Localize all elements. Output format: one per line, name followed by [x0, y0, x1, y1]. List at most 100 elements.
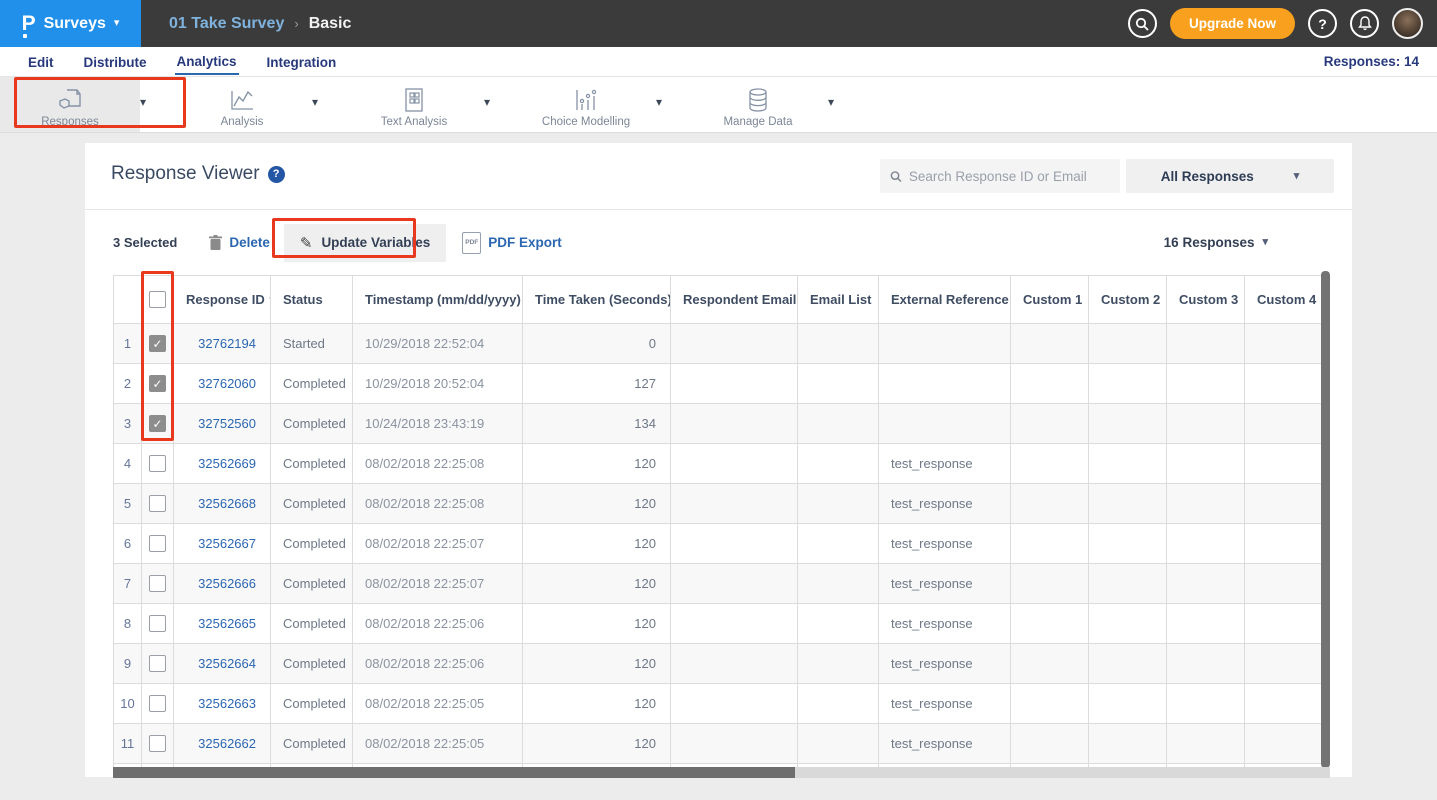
- header-response-id[interactable]: Response ID⇅: [174, 276, 271, 324]
- time-taken-cell: 120: [523, 444, 671, 484]
- chevron-down-icon[interactable]: ▾: [828, 95, 842, 115]
- email-list-cell: [798, 684, 879, 724]
- choice-modelling-icon: [572, 87, 600, 113]
- row-checkbox[interactable]: [149, 375, 166, 392]
- table-row: 532562668Completed08/02/2018 22:25:08120…: [114, 484, 1323, 524]
- timestamp-cell: 08/02/2018 22:25:05: [353, 684, 523, 724]
- row-checkbox[interactable]: [149, 655, 166, 672]
- toolbar-item-manage-data[interactable]: Manage Data ▾: [688, 77, 860, 132]
- title-help-icon[interactable]: ?: [268, 166, 285, 183]
- row-number: 4: [114, 444, 142, 484]
- response-id-cell: 32562668: [174, 484, 271, 524]
- nav-item-distribute[interactable]: Distribute: [82, 50, 149, 74]
- time-taken-cell: 120: [523, 484, 671, 524]
- status-cell: Completed: [271, 684, 353, 724]
- toolbar-item-choice-modelling[interactable]: Choice Modelling ▾: [516, 77, 688, 132]
- upgrade-now-button[interactable]: Upgrade Now: [1170, 8, 1295, 39]
- time-taken-cell: 134: [523, 404, 671, 444]
- row-checkbox[interactable]: [149, 335, 166, 352]
- time-taken-cell: 120: [523, 524, 671, 564]
- row-number: 8: [114, 604, 142, 644]
- row-select-cell: [142, 404, 174, 444]
- update-variables-button[interactable]: ✎ Update Variables: [284, 224, 446, 262]
- custom-3-cell: [1167, 564, 1245, 604]
- respondent-email-cell: [671, 444, 798, 484]
- nav-item-integration[interactable]: Integration: [265, 50, 339, 74]
- pdf-export-button[interactable]: PDF PDF Export: [462, 232, 562, 254]
- search-input[interactable]: [909, 169, 1110, 184]
- delete-button[interactable]: Delete: [209, 235, 270, 251]
- row-select-cell: [142, 484, 174, 524]
- custom-2-cell: [1089, 444, 1167, 484]
- custom-1-cell: [1011, 484, 1089, 524]
- respondent-email-cell: [671, 644, 798, 684]
- pdf-export-label: PDF Export: [488, 235, 562, 250]
- custom-3-cell: [1167, 604, 1245, 644]
- row-checkbox[interactable]: [149, 415, 166, 432]
- response-id-link[interactable]: 32752560: [198, 416, 256, 431]
- email-list-cell: [798, 444, 879, 484]
- row-checkbox[interactable]: [149, 575, 166, 592]
- nav-item-analytics[interactable]: Analytics: [175, 49, 239, 75]
- header-custom-4: Custom 4: [1245, 276, 1323, 324]
- email-list-cell: [798, 364, 879, 404]
- row-checkbox[interactable]: [149, 695, 166, 712]
- custom-4-cell: [1245, 364, 1323, 404]
- help-button[interactable]: ?: [1308, 9, 1337, 38]
- row-checkbox[interactable]: [149, 535, 166, 552]
- chevron-down-icon[interactable]: ▾: [140, 95, 154, 115]
- response-id-link[interactable]: 32562665: [198, 616, 256, 631]
- horizontal-scrollbar-thumb[interactable]: [113, 767, 795, 778]
- custom-2-cell: [1089, 524, 1167, 564]
- breadcrumb-survey-name[interactable]: 01 Take Survey: [169, 15, 284, 33]
- response-id-cell: 32752560: [174, 404, 271, 444]
- vertical-scrollbar[interactable]: [1321, 271, 1330, 768]
- header-time-taken[interactable]: Time Taken (Seconds)⇅: [523, 276, 671, 324]
- breadcrumb-page-name: Basic: [309, 15, 352, 33]
- surveys-menu[interactable]: P Surveys ▾: [0, 0, 141, 47]
- toolbar-item-label: Text Analysis: [381, 116, 447, 128]
- header-timestamp[interactable]: Timestamp (mm/dd/yyyy)⇅: [353, 276, 523, 324]
- select-all-checkbox[interactable]: [149, 291, 166, 308]
- chevron-down-icon[interactable]: ▾: [312, 95, 326, 115]
- header-email-list: Email List: [798, 276, 879, 324]
- email-list-cell: [798, 404, 879, 444]
- response-id-link[interactable]: 32562667: [198, 536, 256, 551]
- external-reference-cell: [879, 364, 1011, 404]
- response-id-link[interactable]: 32562663: [198, 696, 256, 711]
- response-id-cell: 32562669: [174, 444, 271, 484]
- response-id-link[interactable]: 32562662: [198, 736, 256, 751]
- response-id-link[interactable]: 32562664: [198, 656, 256, 671]
- responses-count-dropdown[interactable]: 16 Responses ▾: [1164, 235, 1268, 250]
- chevron-down-icon[interactable]: ▾: [656, 95, 670, 115]
- response-id-link[interactable]: 32762194: [198, 336, 256, 351]
- horizontal-scrollbar-track[interactable]: [113, 767, 1330, 778]
- response-filter-dropdown[interactable]: All Responses ▾: [1126, 159, 1334, 193]
- response-id-link[interactable]: 32762060: [198, 376, 256, 391]
- row-checkbox[interactable]: [149, 455, 166, 472]
- response-search: [880, 159, 1120, 193]
- nav-item-edit[interactable]: Edit: [26, 50, 56, 74]
- search-button[interactable]: [1128, 9, 1157, 38]
- header-status: Status: [271, 276, 353, 324]
- response-id-link[interactable]: 32562666: [198, 576, 256, 591]
- notifications-button[interactable]: [1350, 9, 1379, 38]
- toolbar-item-analysis[interactable]: Analysis ▾: [172, 77, 344, 132]
- card-header: Response Viewer ? All Responses ▾: [85, 143, 1352, 209]
- search-icon: [1135, 17, 1149, 31]
- custom-2-cell: [1089, 604, 1167, 644]
- user-avatar[interactable]: [1392, 8, 1423, 39]
- toolbar-item-text-analysis[interactable]: Text Analysis ▾: [344, 77, 516, 132]
- custom-3-cell: [1167, 484, 1245, 524]
- row-checkbox[interactable]: [149, 495, 166, 512]
- custom-4-cell: [1245, 404, 1323, 444]
- response-id-link[interactable]: 32562668: [198, 496, 256, 511]
- row-checkbox[interactable]: [149, 735, 166, 752]
- response-id-link[interactable]: 32562669: [198, 456, 256, 471]
- row-select-cell: [142, 524, 174, 564]
- chevron-down-icon[interactable]: ▾: [484, 95, 498, 115]
- header-row-number: [114, 276, 142, 324]
- toolbar-item-responses[interactable]: Responses ▾: [0, 77, 172, 132]
- row-checkbox[interactable]: [149, 615, 166, 632]
- text-analysis-icon: [401, 87, 427, 113]
